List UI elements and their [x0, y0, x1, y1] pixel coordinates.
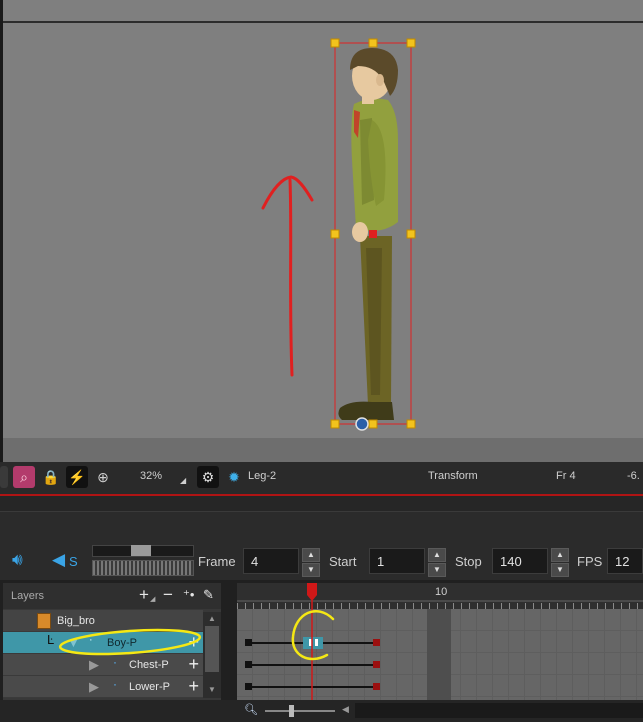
- layer-row-lower-p[interactable]: ▶ · Lower-P +: [3, 676, 203, 698]
- stop-label: Stop: [455, 554, 482, 569]
- panel-gap: [0, 496, 643, 512]
- lightning-icon[interactable]: ⚡: [66, 466, 88, 488]
- keyframe-start: [245, 661, 252, 668]
- arrow-annotation: [261, 175, 314, 377]
- playback-toolbar: 🔊︎ ◀︎ S Frame 4 ▲ ▼ Start 1 ▲ ▼ Stop 140 ▲…: [0, 512, 643, 580]
- coordinate-readout: -6.: [627, 470, 640, 482]
- frame-stepper[interactable]: ▲ ▼: [302, 548, 320, 577]
- element-gear-icon[interactable]: ✹: [223, 466, 245, 488]
- handle-bottom-center: [368, 419, 378, 429]
- handle-top-left: [330, 38, 340, 48]
- frame-indicator: Fr 4: [556, 470, 576, 482]
- handle-bottom-right: [406, 419, 416, 429]
- keyframe-end: [373, 683, 380, 690]
- handle-bottom-left: [330, 419, 340, 429]
- lock-icon[interactable]: 🔒: [40, 466, 62, 488]
- pivot-center: [369, 230, 377, 238]
- add-layer-dropdown-icon[interactable]: ◢: [150, 595, 155, 603]
- remove-layer-icon[interactable]: −: [163, 585, 173, 605]
- character-figure[interactable]: [338, 48, 398, 420]
- scene-marker: [427, 609, 451, 700]
- speaker-icon[interactable]: 🔊︎: [12, 550, 23, 570]
- current-element-label: Leg-2: [248, 470, 277, 482]
- timeline-graphics: [237, 583, 643, 700]
- group-layer-icon: [37, 613, 51, 629]
- fps-label: FPS: [577, 554, 603, 569]
- peg-icon: ·: [113, 677, 117, 691]
- handle-middle-left: [330, 229, 340, 239]
- layers-header: Layers + ◢ − ⁺• ✎: [3, 583, 221, 609]
- volume-slider[interactable]: [92, 545, 194, 557]
- zoom-dropdown-icon[interactable]: ◢: [180, 476, 186, 485]
- timeline-zoom-slider[interactable]: [265, 705, 335, 717]
- expand-triangle-icon[interactable]: ▶: [89, 679, 99, 695]
- frame-label: Frame: [198, 554, 236, 569]
- sound-scrub-icon[interactable]: ◀︎: [52, 550, 65, 570]
- frame-field[interactable]: 4: [243, 548, 299, 574]
- keyframe-start: [245, 683, 252, 690]
- scroll-left-icon[interactable]: ◀: [342, 704, 349, 715]
- layer-add-icon[interactable]: +: [188, 677, 199, 695]
- selected-keyframe: [303, 637, 323, 649]
- stop-field[interactable]: 140: [492, 548, 548, 574]
- layers-title: Layers: [11, 590, 45, 602]
- playback-speed-slider[interactable]: [92, 560, 194, 576]
- start-stepper[interactable]: ▲ ▼: [428, 548, 446, 577]
- stage-drawing: [261, 38, 416, 431]
- zoom-level[interactable]: 32%: [140, 470, 162, 482]
- sound-scrub-label: S: [69, 554, 78, 569]
- edge-tool-icon[interactable]: [0, 466, 8, 488]
- fps-field[interactable]: 12: [607, 548, 643, 574]
- camera-toolbar: ⌕ 🔒 ⚡ ⊕ 32% ◢ ⚙ ✹ Leg-2 Transform Fr 4 -…: [0, 462, 643, 494]
- gear-icon[interactable]: ⚙: [197, 466, 219, 488]
- handle-top-center: [368, 38, 378, 48]
- tool-mode-label: Transform: [428, 470, 478, 482]
- layer-name: Lower-P: [129, 681, 170, 693]
- keyframe-end: [373, 661, 380, 668]
- pivot-point-icon: [355, 417, 369, 431]
- start-field[interactable]: 1: [369, 548, 425, 574]
- timeline-scrollbar[interactable]: [355, 703, 643, 718]
- add-layer-icon[interactable]: +: [139, 585, 149, 605]
- handle-top-right: [406, 38, 416, 48]
- keyframe-start: [245, 639, 252, 646]
- timeline-footer: 🔍︎ ◀: [0, 700, 643, 722]
- add-peg-icon[interactable]: ⁺•: [183, 587, 194, 603]
- stop-stepper[interactable]: ▲ ▼: [551, 548, 569, 577]
- keyframe-end: [373, 639, 380, 646]
- handle-middle-right: [406, 229, 416, 239]
- layer-highlight-annotation: [58, 628, 202, 656]
- rotation-icon[interactable]: ⊕: [92, 466, 114, 488]
- zoom-icon[interactable]: 🔍︎: [244, 703, 258, 716]
- onion-skin-icon[interactable]: ⌕: [13, 466, 35, 488]
- add-drawing-icon[interactable]: ✎: [203, 587, 214, 603]
- start-label: Start: [329, 554, 357, 569]
